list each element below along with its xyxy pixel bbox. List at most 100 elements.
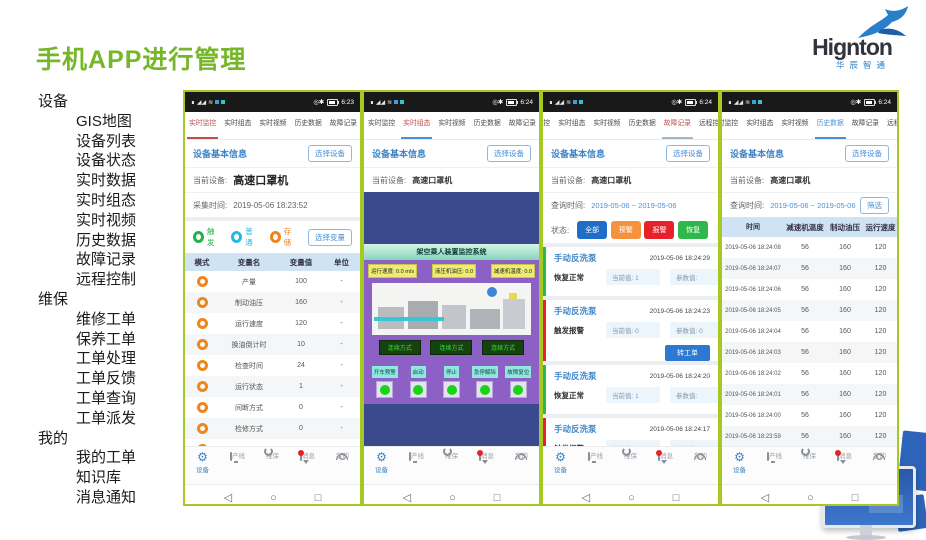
nav-item-mine[interactable]: 我的 [325,450,360,460]
app-bottom-nav: ⚙设备 产线 维保 消息 我的 [364,446,539,484]
nav-item-device[interactable]: ⚙设备 [543,450,578,474]
tab-item[interactable]: 实时组态 [744,112,775,139]
recents-icon[interactable]: □ [315,492,322,504]
tab-item[interactable]: 故障记录 [850,112,881,139]
nav-item-production-line[interactable]: 产线 [578,450,613,460]
alarm-card[interactable]: 手动反洗泵 2019-05-06 18:24:17 触发报警 当前值: 0 参数… [543,418,718,446]
android-nav-bar: ◁ ○ □ [543,484,718,506]
notification-icon [573,100,577,104]
nav-item-maintenance[interactable]: 维保 [434,450,469,460]
nav-item-maintenance[interactable]: 维保 [792,450,827,460]
recents-icon[interactable]: □ [852,492,859,504]
select-device-button[interactable]: 选择设备 [308,145,352,162]
select-device-button[interactable]: 选择设备 [845,145,889,162]
home-icon[interactable]: ○ [449,492,456,504]
nav-item-messages[interactable]: 消息 [290,450,325,460]
android-nav-bar: ◁ ○ □ [722,484,897,506]
gear-icon: ⚙ [722,450,757,464]
nav-item-mine[interactable]: 我的 [504,450,539,460]
outline-device-items: GIS地图设备列表设备状态实时数据实时组态实时视频历史数据故障记录远程控制 [38,112,188,290]
production-line-icon [767,452,769,461]
indicator-button[interactable] [476,381,493,398]
indicator-button[interactable] [410,381,427,398]
tab-item[interactable]: 故障记录 [507,112,538,139]
tab-item[interactable]: 历史数据 [472,112,503,139]
tab-item[interactable]: 历史数据 [627,112,658,139]
status-filter-button[interactable]: 预警 [611,221,641,239]
nav-item-production-line[interactable]: 产线 [757,450,792,460]
nav-item-maintenance[interactable]: 维保 [613,450,648,460]
tab-item[interactable]: 实时视频 [436,112,467,139]
tab-item[interactable]: 实时视频 [779,112,810,139]
tab-item[interactable]: 实时监控 [187,112,218,139]
tab-item[interactable]: 实时组态 [222,112,253,139]
tab-item[interactable]: 故障记录 [328,112,359,139]
home-icon[interactable]: ○ [807,492,814,504]
tab-item[interactable]: 实时监控 [543,112,552,139]
back-icon[interactable]: ◁ [582,491,590,504]
select-variable-button[interactable]: 选择变量 [308,229,352,246]
nav-item-maintenance[interactable]: 维保 [255,450,290,460]
select-device-button[interactable]: 选择设备 [666,145,710,162]
status-filter-button[interactable]: 恢复 [678,221,708,239]
recents-icon[interactable]: □ [673,492,680,504]
tab-item[interactable]: 实时组态 [401,112,432,139]
recents-icon[interactable]: □ [494,492,501,504]
select-device-button[interactable]: 选择设备 [487,145,531,162]
indicator-button[interactable] [510,381,527,398]
tab-item[interactable]: 远程控制 [885,112,897,139]
nav-item-mine[interactable]: 我的 [683,450,718,460]
alarm-card[interactable]: 手动反洗泵 2019-05-06 18:24:29 恢复正常 当前值: 1 参数… [543,247,718,296]
mode-button[interactable]: 连续方式 [379,340,421,355]
variable-row: 运行速度 120 - [185,313,360,334]
nav-item-device[interactable]: ⚙设备 [185,450,220,474]
nav-item-device[interactable]: ⚙设备 [364,450,399,474]
tab-item[interactable]: 历史数据 [293,112,324,139]
legend-item: 存储 [270,226,296,248]
machine-diagram [372,283,531,335]
mode-button[interactable]: 连续方式 [430,340,472,355]
home-icon[interactable]: ○ [628,492,635,504]
vibrate-icon: ∎ [191,99,195,106]
tab-item[interactable]: 实时视频 [591,112,622,139]
query-time-value[interactable]: 2019-05-06 ~ 2019-05-06 [770,201,855,210]
indicator-button[interactable] [376,381,393,398]
filter-button[interactable]: 筛选 [860,197,889,214]
section-title: 设备基本信息 [730,147,784,160]
clock-text: 6:24 [878,99,891,106]
query-time-value[interactable]: 2019-05-06 ~ 2019-05-06 [591,201,676,210]
nav-item-messages[interactable]: 消息 [648,450,683,460]
status-filter-button[interactable]: 报警 [644,221,674,239]
to-workorder-button[interactable]: 转工单 [665,345,710,361]
nav-item-production-line[interactable]: 产线 [399,450,434,460]
tab-item[interactable]: 实时组态 [556,112,587,139]
outline-item: 工单查询 [38,389,188,409]
tab-item[interactable]: 实时视频 [257,112,288,139]
back-icon[interactable]: ◁ [761,491,769,504]
tab-item[interactable]: 故障记录 [662,112,693,139]
indicator-button[interactable] [443,381,460,398]
alarm-card[interactable]: 手动反洗泵 2019-05-06 18:24:23 触发报警 当前值: 0 参数… [543,300,718,361]
variable-row: 产量 100 - [185,271,360,292]
outline-item: 知识库 [38,468,188,488]
alarm-card[interactable]: 手动反洗泵 2019-05-06 18:24:20 恢复正常 当前值: 1 参数… [543,365,718,414]
mode-button[interactable]: 连续方式 [482,340,524,355]
notification-icon [758,100,762,104]
android-nav-bar: ◁ ○ □ [185,484,360,506]
home-icon[interactable]: ○ [270,492,277,504]
tab-item[interactable]: 历史数据 [815,112,846,139]
nav-item-mine[interactable]: 我的 [862,450,897,460]
status-filter-button[interactable]: 全部 [577,221,607,239]
tab-item[interactable]: 实时监控 [722,112,740,139]
green-lamp-icon [413,385,423,395]
nav-item-device[interactable]: ⚙设备 [722,450,757,474]
tab-item[interactable]: 远程控制 [697,112,718,139]
back-icon[interactable]: ◁ [224,491,232,504]
history-table-header: 时间 减速机温度 制动油压 运行速度 [722,217,897,237]
signal-icon: ◢◢ [734,99,743,106]
nav-item-messages[interactable]: 消息 [469,450,504,460]
nav-item-production-line[interactable]: 产线 [220,450,255,460]
tab-item[interactable]: 实时监控 [366,112,397,139]
back-icon[interactable]: ◁ [403,491,411,504]
nav-item-messages[interactable]: 消息 [827,450,862,460]
